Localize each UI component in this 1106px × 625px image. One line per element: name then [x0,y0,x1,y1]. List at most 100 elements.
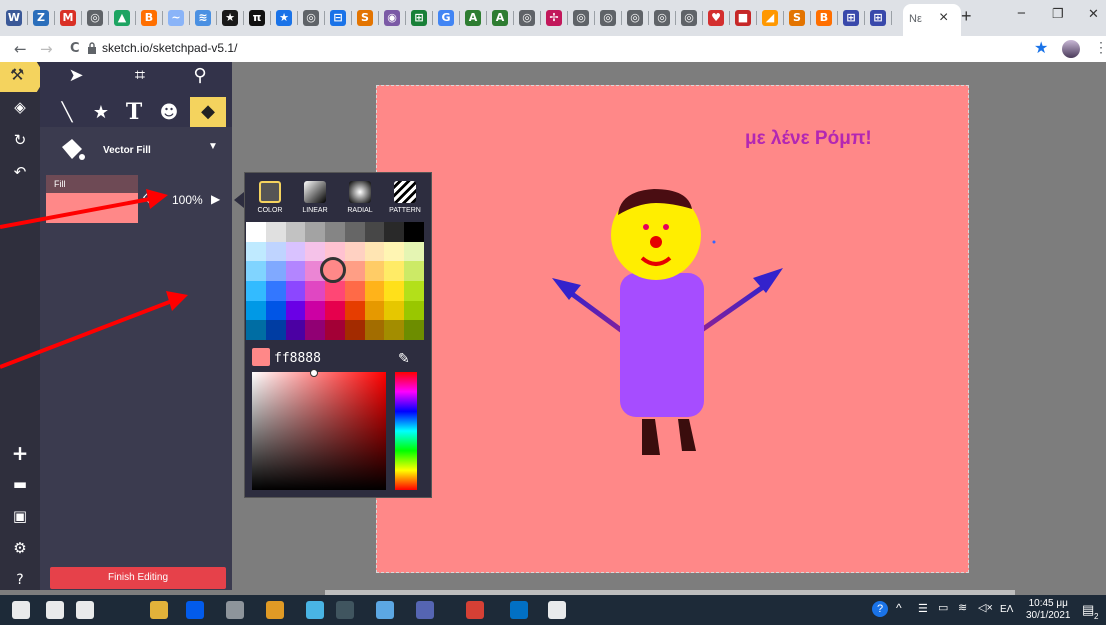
palette-swatch[interactable] [325,222,346,242]
tab-linear[interactable]: LINEAR [293,181,337,214]
tab-favicon[interactable]: ◎ [654,10,670,26]
palette-swatch[interactable] [404,222,425,242]
palette-swatch[interactable] [404,241,425,262]
palette-swatch[interactable] [246,281,266,301]
tab-radial[interactable]: RADIAL [338,181,382,214]
palette-swatch[interactable] [325,300,346,321]
wifi-icon[interactable]: ≋ [958,601,967,614]
tab-favicon[interactable]: S [789,10,805,26]
palette-swatch[interactable] [364,320,385,341]
app-icon[interactable] [266,601,284,619]
palette-swatch[interactable] [384,320,405,341]
tab-favicon[interactable]: ♥ [708,10,724,26]
app-icon[interactable] [376,601,394,619]
pointer-icon[interactable]: ➤ [64,64,88,88]
tab-favicon[interactable]: B [141,10,157,26]
dropbox-icon[interactable] [186,601,204,619]
eyedropper-icon[interactable]: ✎ [398,350,410,367]
palette-swatch[interactable] [384,261,405,282]
tab-pattern[interactable]: PATTERN [383,181,427,214]
folder-icon[interactable]: ▬ [8,472,32,496]
palette-swatch[interactable] [305,320,326,341]
close-window-button[interactable]: ✕ [1088,6,1099,22]
palette-swatch[interactable] [285,300,306,321]
sv-picker-handle[interactable] [310,369,318,377]
network-icon[interactable]: ☰ [918,602,928,615]
palette-swatch[interactable] [364,261,385,282]
palette-swatch[interactable] [305,300,326,321]
palette-swatch[interactable] [384,281,405,301]
profile-icon[interactable] [1062,40,1080,58]
tab-favicon[interactable]: ◎ [87,10,103,26]
palette-swatch[interactable] [364,281,385,301]
app-icon[interactable] [416,601,434,619]
reload-button[interactable]: C [70,41,80,56]
battery-icon[interactable]: ▭ [938,601,948,614]
close-tab-icon[interactable]: × [939,9,948,27]
tab-favicon[interactable]: ◎ [681,10,697,26]
help-tray-icon[interactable]: ? [872,601,888,617]
palette-swatch[interactable] [384,241,405,262]
palette-swatch[interactable] [384,300,405,321]
zoom-icon[interactable]: ⚲ [188,64,212,88]
hex-color-input[interactable]: ff8888 [274,351,321,366]
palette-swatch[interactable] [285,320,306,341]
fill-bucket-icon[interactable]: ◆ [190,97,226,127]
tab-color[interactable]: COLOR [248,181,292,214]
active-tab[interactable]: Νε × [903,4,961,36]
palette-swatch[interactable] [325,320,346,341]
palette-swatch[interactable] [364,241,385,262]
tab-favicon[interactable]: ⊞ [843,10,859,26]
tab-favicon[interactable]: π [249,10,265,26]
tab-favicon[interactable]: ■ [735,10,751,26]
palette-swatch[interactable] [404,261,425,282]
forward-button[interactable]: → [40,40,53,58]
tab-favicon[interactable]: ★ [276,10,292,26]
palette-swatch[interactable] [364,222,385,242]
palette-swatch[interactable] [246,241,266,262]
tab-favicon[interactable]: ▲ [114,10,130,26]
back-button[interactable]: ← [14,40,27,58]
palette-swatch[interactable] [364,300,385,321]
calculator-icon[interactable] [336,601,354,619]
palette-swatch[interactable] [305,222,326,242]
tab-favicon[interactable]: B [816,10,832,26]
palette-swatch[interactable] [404,300,425,321]
finish-editing-button[interactable]: Finish Editing [50,567,226,589]
maximize-button[interactable]: ❐ [1052,6,1064,22]
tab-favicon[interactable]: ◎ [303,10,319,26]
tab-favicon[interactable]: ◢ [762,10,778,26]
mail-icon[interactable] [510,601,528,619]
tab-favicon[interactable]: ◎ [600,10,616,26]
tab-favicon[interactable]: W [6,10,22,26]
line-icon[interactable]: ╲ [55,101,79,125]
palette-swatch[interactable] [265,300,286,321]
palette-swatch[interactable] [344,281,365,301]
palette-swatch[interactable] [344,300,365,321]
emoji-icon[interactable]: ☻ [157,101,181,125]
palette-swatch[interactable] [285,261,306,282]
tab-favicon[interactable]: ✢ [546,10,562,26]
search-icon[interactable] [46,601,64,619]
help-icon[interactable]: ? [8,568,32,592]
fill-mode-selector[interactable]: Vector Fill ▼ [40,127,232,169]
tab-favicon[interactable]: Z [33,10,49,26]
text-icon[interactable]: T [122,100,146,124]
palette-swatch[interactable] [265,320,286,341]
system-clock[interactable]: 10:45 μμ 30/1/2021 [1026,598,1071,622]
palette-swatch[interactable] [246,300,266,321]
notifications-icon[interactable]: ▤ [1082,602,1094,618]
windows-start-icon[interactable] [12,601,30,619]
palette-swatch[interactable] [265,281,286,301]
tray-chevron-icon[interactable]: ^ [896,601,902,615]
cortana-icon[interactable] [76,601,94,619]
tab-favicon[interactable]: ◎ [519,10,535,26]
palette-swatch[interactable] [285,222,306,242]
tab-favicon[interactable]: ⊟ [330,10,346,26]
history-icon[interactable]: ↻ [8,128,32,152]
tab-favicon[interactable]: ◉ [384,10,400,26]
app-icon[interactable] [226,601,244,619]
saturation-value-picker[interactable] [252,372,386,490]
palette-swatch[interactable] [246,320,266,341]
palette-swatch[interactable] [344,222,365,242]
